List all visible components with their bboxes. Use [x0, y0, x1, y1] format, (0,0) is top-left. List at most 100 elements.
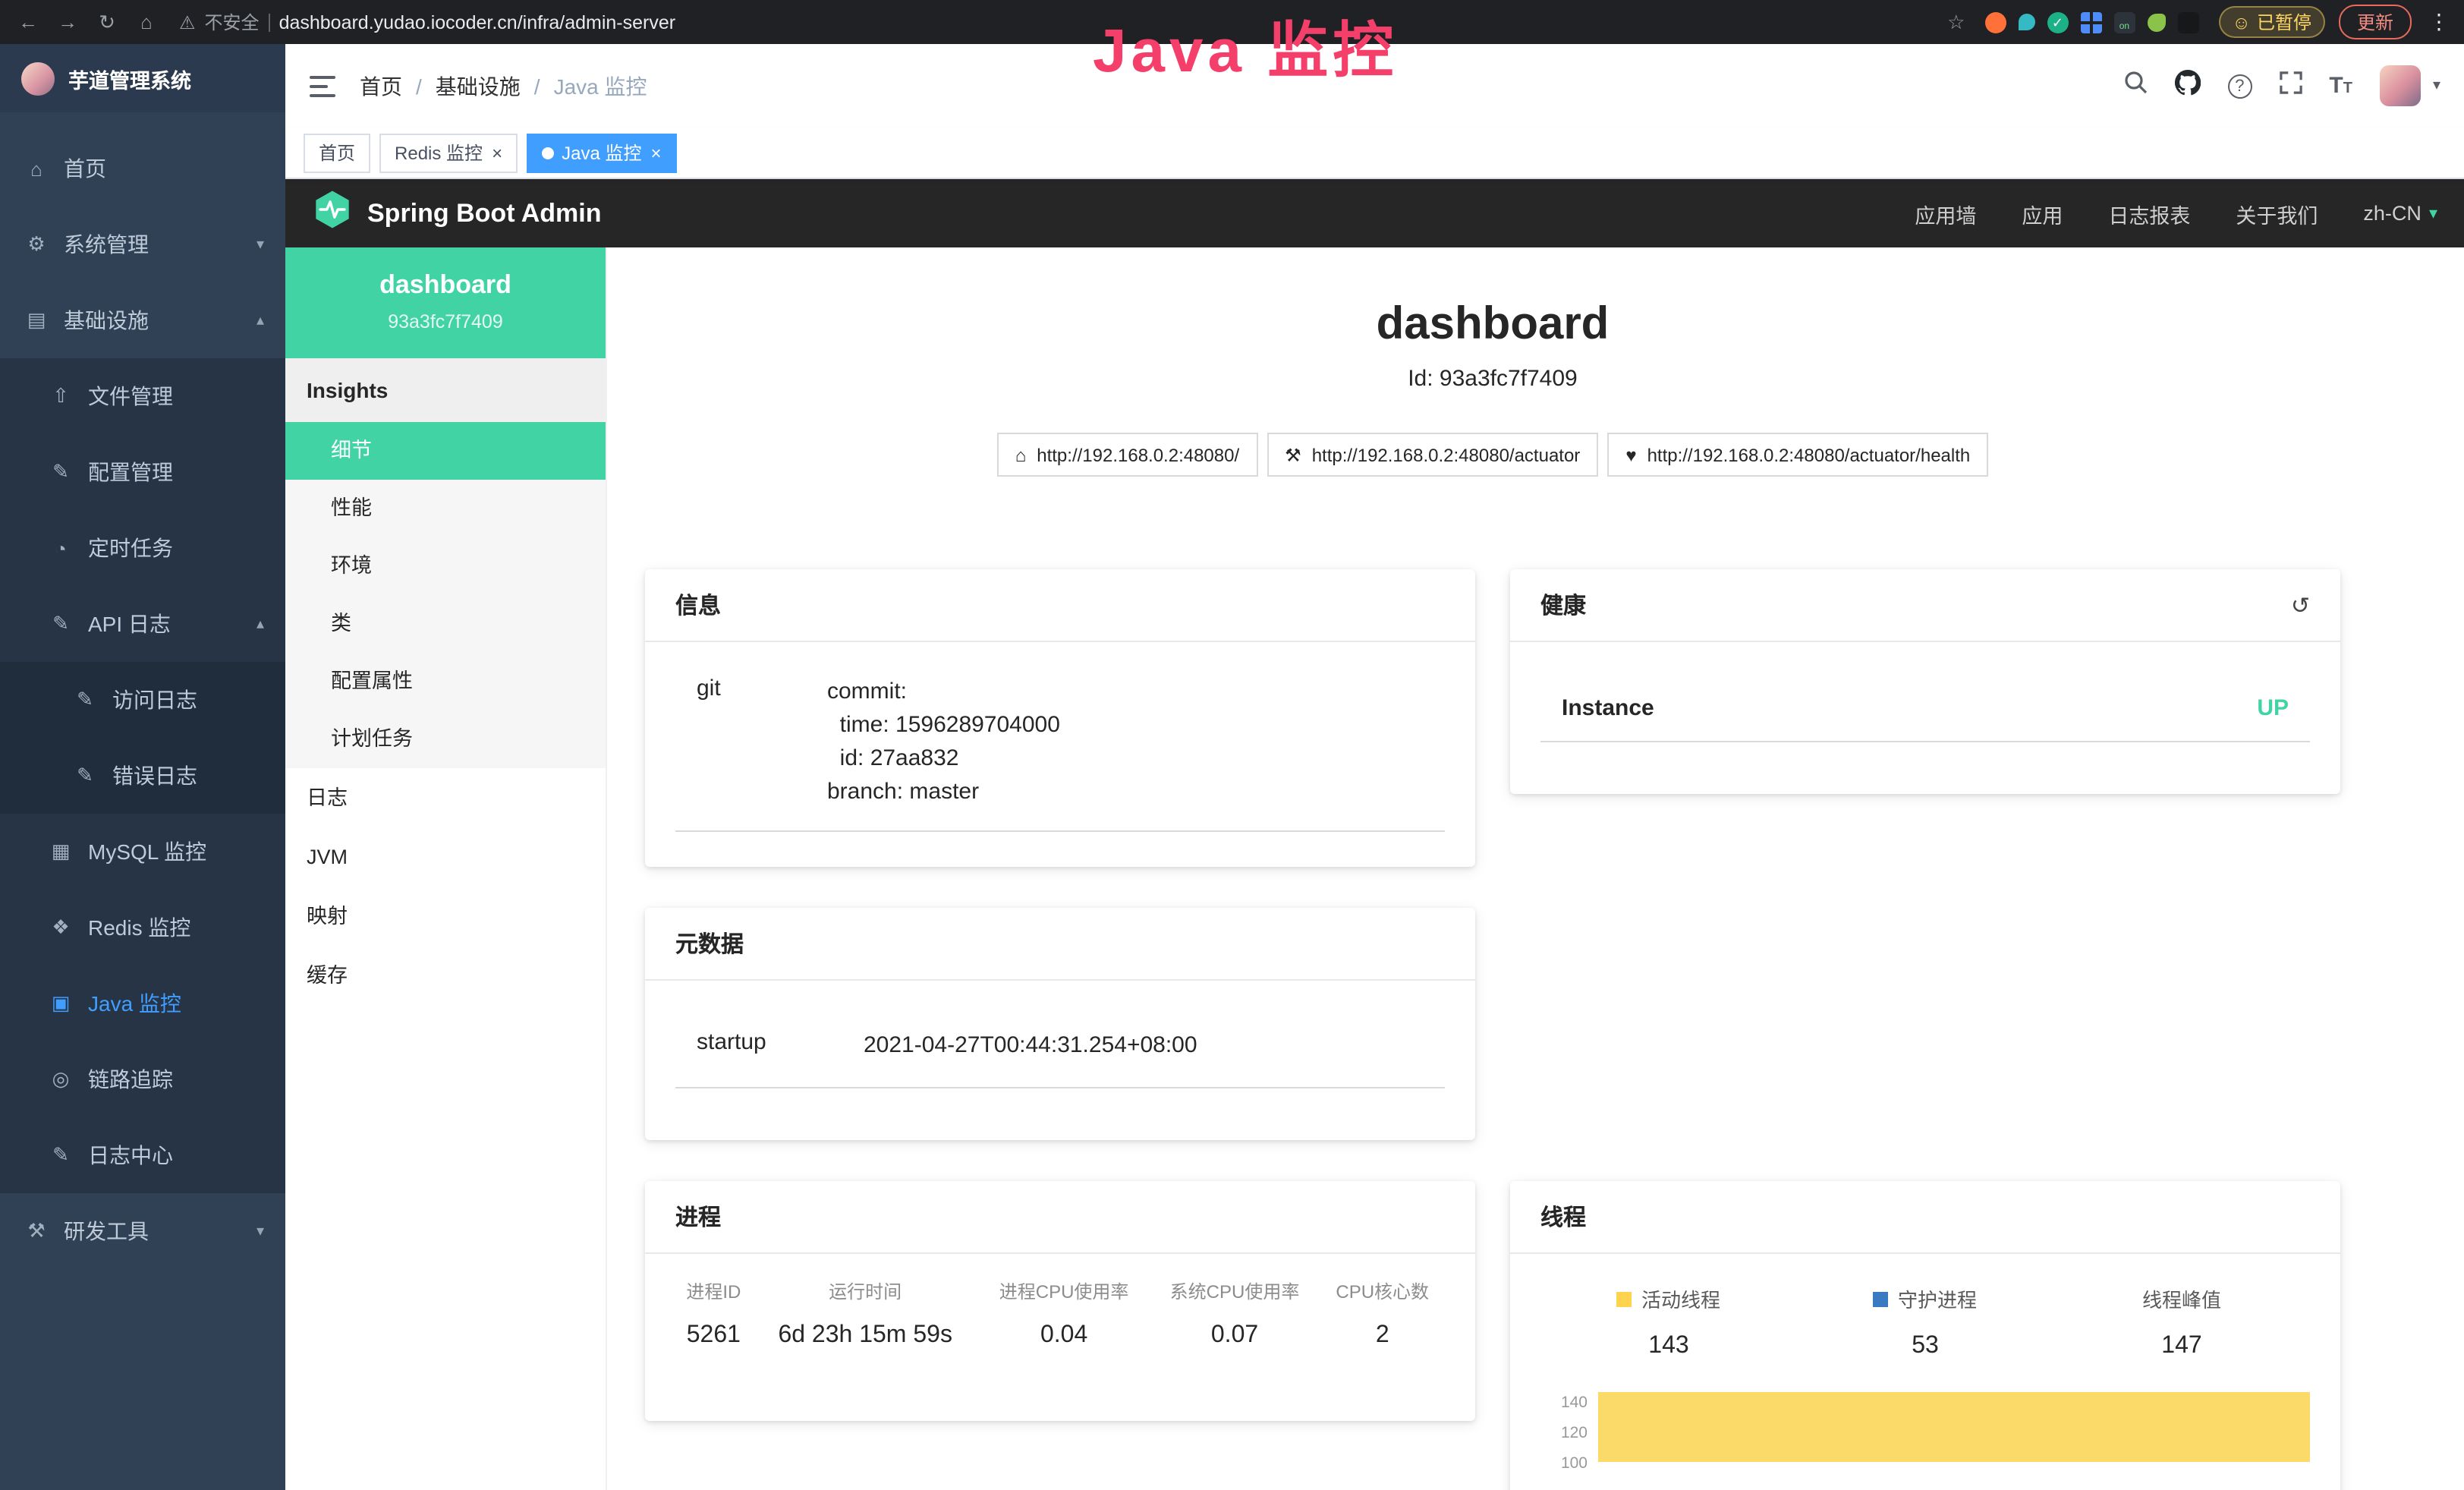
log-icon: ✎ — [73, 764, 97, 788]
sba-nav-about[interactable]: 关于我们 — [2236, 198, 2318, 228]
back-icon[interactable]: ← — [15, 11, 41, 33]
on-badge: on — [2113, 22, 2135, 33]
extension-grid-icon[interactable] — [2080, 11, 2101, 33]
nav-item-scheduled-tasks[interactable]: 计划任务 — [285, 710, 606, 768]
nav-item-config-props[interactable]: 配置属性 — [285, 653, 606, 710]
tag-java-monitor[interactable]: Java 监控 × — [527, 133, 676, 172]
dashboard-icon: ⌂ — [24, 157, 49, 180]
search-icon[interactable] — [2123, 70, 2147, 102]
breadcrumb-home[interactable]: 首页 — [360, 71, 402, 101]
daemon-threads-value: 53 — [1797, 1333, 2053, 1360]
process-sys-cpu: 0.07 — [1150, 1316, 1320, 1362]
sidebar-item-access-logs[interactable]: ✎ 访问日志 — [0, 662, 285, 738]
sidebar-item-dev-tools[interactable]: ⚒ 研发工具 ▾ — [0, 1193, 285, 1269]
threads-card-title: 线程 — [1540, 1201, 1586, 1233]
address-bar[interactable]: ⚠ 不安全 dashboard.yudao.iocoder.cn/infra/a… — [179, 9, 1934, 35]
help-icon[interactable]: ? — [2227, 74, 2252, 98]
chrome-update-button[interactable]: 更新 — [2339, 5, 2412, 39]
fullscreen-icon[interactable] — [2279, 71, 2302, 101]
nav-item-jvm[interactable]: JVM — [285, 827, 606, 887]
sidebar-item-error-logs[interactable]: ✎ 错误日志 — [0, 738, 285, 814]
sidebar-item-label: 配置管理 — [88, 457, 173, 487]
sidebar-item-label: 访问日志 — [112, 685, 197, 715]
annotation-text: Java 监控 — [1093, 2, 1398, 90]
forward-icon[interactable]: → — [55, 11, 80, 33]
extension-leaf-icon[interactable] — [2147, 13, 2165, 31]
profile-paused-badge[interactable]: ☺ 已暂停 — [2218, 6, 2325, 38]
nav-item-performance[interactable]: 性能 — [285, 480, 606, 537]
browser-home-icon[interactable]: ⌂ — [134, 11, 159, 33]
app-logo-row[interactable]: 芋道管理系统 — [0, 44, 285, 112]
url-path: /infra/admin-server — [518, 11, 675, 33]
sba-nav-wall[interactable]: 应用墙 — [1915, 198, 1976, 228]
extension-switch-icon[interactable]: on — [2113, 11, 2135, 33]
extension-drop-icon[interactable] — [2018, 14, 2034, 30]
sidebar-item-redis-monitor[interactable]: ❖ Redis 监控 — [0, 890, 285, 966]
nav-item-mappings[interactable]: 映射 — [285, 887, 606, 946]
app-logo — [21, 61, 55, 95]
github-icon[interactable] — [2174, 69, 2200, 102]
nav-item-environment[interactable]: 环境 — [285, 537, 606, 595]
chevron-down-icon: ▾ — [256, 1223, 264, 1240]
process-card-title: 进程 — [675, 1201, 721, 1233]
user-avatar[interactable] — [2380, 65, 2421, 106]
sidebar-item-java-monitor[interactable]: ▣ Java 监控 — [0, 966, 285, 1041]
legend-daemon-threads: 守护进程 53 — [1797, 1284, 2053, 1360]
nav-item-details[interactable]: 细节 — [285, 422, 606, 480]
extension-orange-icon[interactable] — [1984, 11, 2006, 33]
security-label[interactable]: 不安全 — [205, 9, 260, 35]
sidebar-toggle-icon[interactable] — [310, 75, 335, 96]
java-monitor-icon: ▣ — [49, 991, 73, 1016]
nav-item-classes[interactable]: 类 — [285, 595, 606, 653]
sidebar-item-log-center[interactable]: ✎ 日志中心 — [0, 1117, 285, 1193]
process-col-uptime: 运行时间 — [752, 1266, 979, 1316]
breadcrumb-section[interactable]: 基础设施 — [436, 71, 521, 101]
nav-item-logs[interactable]: 日志 — [285, 768, 606, 827]
avatar-caret-icon[interactable]: ▾ — [2433, 77, 2440, 94]
active-threads-value: 143 — [1540, 1333, 1797, 1360]
actuator-url-link[interactable]: ⚒ http://192.168.0.2:48080/actuator — [1267, 433, 1598, 477]
extension-toolbar: ✓ on — [1984, 11, 2198, 33]
extension-paw-icon[interactable] — [2177, 11, 2198, 33]
service-url-link[interactable]: ⌂ http://192.168.0.2:48080/ — [997, 433, 1257, 477]
sidebar-item-scheduled-jobs[interactable]: ◔ 定时任务 — [0, 510, 285, 586]
health-instance-label: Instance — [1562, 695, 1654, 721]
page-url[interactable]: dashboard.yudao.iocoder.cn/infra/admin-s… — [279, 11, 676, 33]
sidebar-item-label: Redis 监控 — [88, 912, 190, 943]
close-icon[interactable]: × — [492, 142, 502, 163]
history-icon[interactable]: ↺ — [2291, 591, 2310, 619]
tag-redis-monitor[interactable]: Redis 监控 × — [379, 133, 518, 172]
nav-item-caches[interactable]: 缓存 — [285, 946, 606, 1005]
reload-icon[interactable]: ↻ — [94, 10, 120, 34]
breadcrumb-separator: / — [534, 74, 540, 98]
bookmark-star-icon[interactable]: ☆ — [1947, 10, 1965, 34]
sidebar-item-system-mgmt[interactable]: ⚙ 系统管理 ▾ — [0, 206, 285, 282]
tag-label: Redis 监控 — [395, 140, 483, 165]
process-proc-cpu: 0.04 — [979, 1316, 1150, 1362]
main-column: 首页 / 基础设施 / Java 监控 ? — [285, 44, 2464, 1490]
warning-icon: ⚠ — [179, 11, 196, 33]
sidebar-item-label: MySQL 监控 — [88, 836, 206, 867]
browser-menu-icon[interactable]: ⋮ — [2428, 9, 2450, 35]
sidebar-item-home[interactable]: ⌂ 首页 — [0, 131, 285, 206]
tag-home[interactable]: 首页 — [304, 133, 370, 172]
sidebar-item-mysql-monitor[interactable]: ▦ MySQL 监控 — [0, 814, 285, 890]
sidebar-item-config-mgmt[interactable]: ✎ 配置管理 — [0, 434, 285, 510]
startup-row: startup 2021-04-27T00:44:31.254+08:00 — [675, 1008, 1445, 1088]
health-url-link[interactable]: ♥ http://192.168.0.2:48080/actuator/heal… — [1607, 433, 1988, 477]
close-icon[interactable]: × — [650, 142, 661, 163]
sba-locale-select[interactable]: zh-CN ▾ — [2363, 202, 2437, 225]
sba-nav-journal[interactable]: 日志报表 — [2108, 198, 2190, 228]
sba-nav-applications[interactable]: 应用 — [2022, 198, 2063, 228]
extension-check-icon[interactable]: ✓ — [2047, 11, 2068, 33]
instance-header[interactable]: dashboard 93a3fc7f7409 — [285, 247, 606, 358]
sidebar-item-infrastructure[interactable]: ▤ 基础设施 ▴ — [0, 282, 285, 358]
sidebar-item-tracing[interactable]: ◎ 链路追踪 — [0, 1041, 285, 1117]
sidebar-item-file-mgmt[interactable]: ⇧ 文件管理 — [0, 358, 285, 434]
sidebar-item-api-logs[interactable]: ✎ API 日志 ▴ — [0, 586, 285, 662]
heart-icon: ♥ — [1625, 444, 1636, 465]
instance-name: dashboard — [297, 270, 593, 301]
sba-brand[interactable]: Spring Boot Admin — [367, 198, 602, 228]
font-size-icon[interactable]: TT — [2329, 72, 2352, 99]
admin-sidebar: 芋道管理系统 ⌂ 首页 ⚙ 系统管理 ▾ ▤ 基础设施 ▴ ⇧ — [0, 44, 285, 1490]
